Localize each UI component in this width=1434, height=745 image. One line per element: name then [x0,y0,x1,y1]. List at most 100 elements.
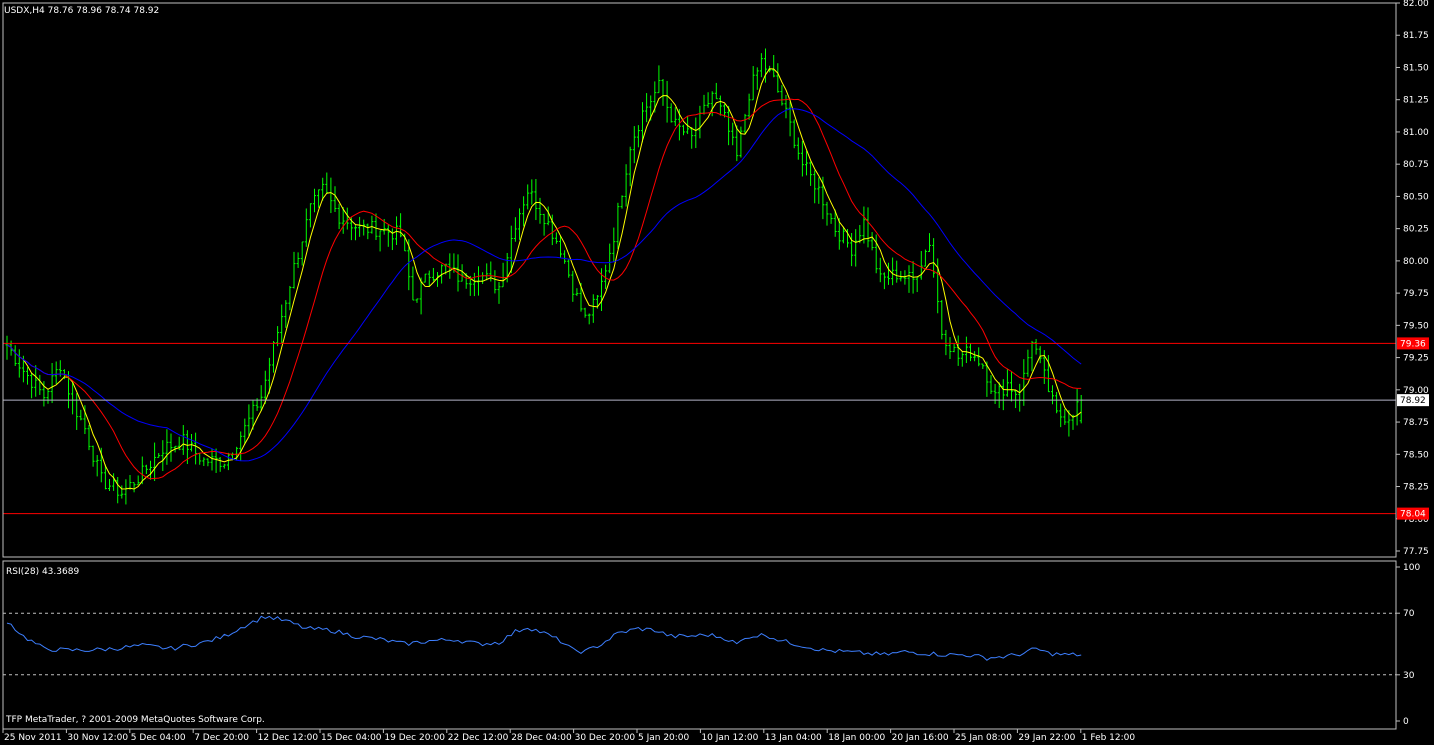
price-bar [116,477,120,504]
price-bar [75,393,79,430]
price-bar [559,235,562,258]
price-bar [518,208,521,240]
price-bar [657,65,661,94]
price-bar [226,452,230,471]
price-bar [546,206,550,226]
price-bar [284,300,288,328]
price-bar [390,228,394,251]
price-bar [530,179,534,205]
x-tick-label: 25 Nov 2011 [4,733,62,743]
y-tick-label: 82.00 [1403,0,1429,9]
price-bar [272,341,275,373]
price-bar [108,478,111,491]
price-bar [497,281,501,304]
price-bar [153,442,157,481]
price-bar [882,272,886,290]
price-bar [702,94,706,115]
x-tick-label: 1 Feb 12:00 [1082,733,1136,743]
price-bar [727,105,731,146]
price-bar [79,409,83,421]
x-tick-label: 7 Dec 20:00 [194,733,249,743]
price-bar [714,82,718,100]
price-bar [776,63,780,93]
rsi-subwindow[interactable] [3,612,1396,676]
price-bar [431,267,435,282]
price-bar [800,140,804,177]
x-tick-label: 28 Dec 04:00 [511,733,572,743]
price-tag-label: 79.36 [1400,339,1426,349]
price-bar [1005,368,1009,397]
price-bar [759,53,763,78]
x-tick-label: 13 Jan 04:00 [765,733,822,743]
price-bar [731,122,735,146]
price-bar [981,363,985,370]
price-bar [415,298,419,303]
price-bar [493,270,497,294]
chart-canvas[interactable]: 82.00 81.75 81.50 81.25 81.00 80.75 80.50 80.25… [0,0,1434,745]
price-bar [206,458,210,467]
price-bar [587,313,591,325]
price-bar [698,105,702,139]
price-bar [538,197,542,224]
price-bar [13,345,17,367]
price-bar [923,249,927,267]
price-bar [973,351,977,362]
price-bar [87,424,91,451]
price-bar [628,146,632,187]
price-bar [128,474,132,490]
price-bar [313,188,316,213]
x-tick-label: 15 Dec 04:00 [321,733,382,743]
price-bar [149,460,152,480]
price-bar [448,253,452,279]
price-bar [780,85,784,106]
price-bar [325,172,329,194]
ma-40-line [6,108,1082,462]
y-tick-label: 81.75 [1403,31,1429,41]
price-bar [1030,340,1034,372]
y-tick-label: 77.75 [1403,547,1429,557]
price-bar [870,232,874,251]
price-bar [30,373,34,399]
price-bar [358,216,362,237]
price-bar [952,343,956,353]
price-tag-label: 78.92 [1400,396,1426,406]
price-bar [571,270,575,302]
price-bar [956,335,960,366]
price-bar [960,350,964,367]
price-bars [5,48,1083,505]
price-bar [526,184,530,210]
x-tick-label: 30 Dec 20:00 [575,733,636,743]
price-tag-label: 78.04 [1400,510,1426,520]
price-bar [825,201,829,226]
price-bar [222,463,226,469]
price-bar [218,456,222,472]
price-bar [481,272,485,284]
price-bar [304,208,308,247]
ma-15-line [6,98,1082,480]
price-bar [989,375,993,395]
rsi-pane-frame [2,560,1397,730]
ma-5-line [6,68,1082,490]
price-bar [91,445,95,467]
price-bar [38,374,42,395]
price-bar [940,300,944,340]
x-tick-label: 10 Jan 12:00 [701,733,758,743]
main-pane-frame [2,2,1397,558]
price-bar [907,265,911,293]
price-bar [485,263,489,281]
price-bar [891,257,895,286]
x-tick-label: 22 Dec 12:00 [448,733,509,743]
price-bar [300,241,304,266]
x-tick-label: 18 Jan 00:00 [828,733,885,743]
price-bar [706,92,710,108]
price-bar [948,337,952,360]
price-bar [567,258,571,278]
main-price-pane[interactable] [3,48,1396,515]
price-bar [645,93,649,123]
price-bar [1022,359,1026,406]
price-bar [54,361,58,384]
price-bar [136,475,140,486]
price-bar [50,363,54,404]
price-bar [362,219,366,236]
price-bar [1055,391,1059,414]
